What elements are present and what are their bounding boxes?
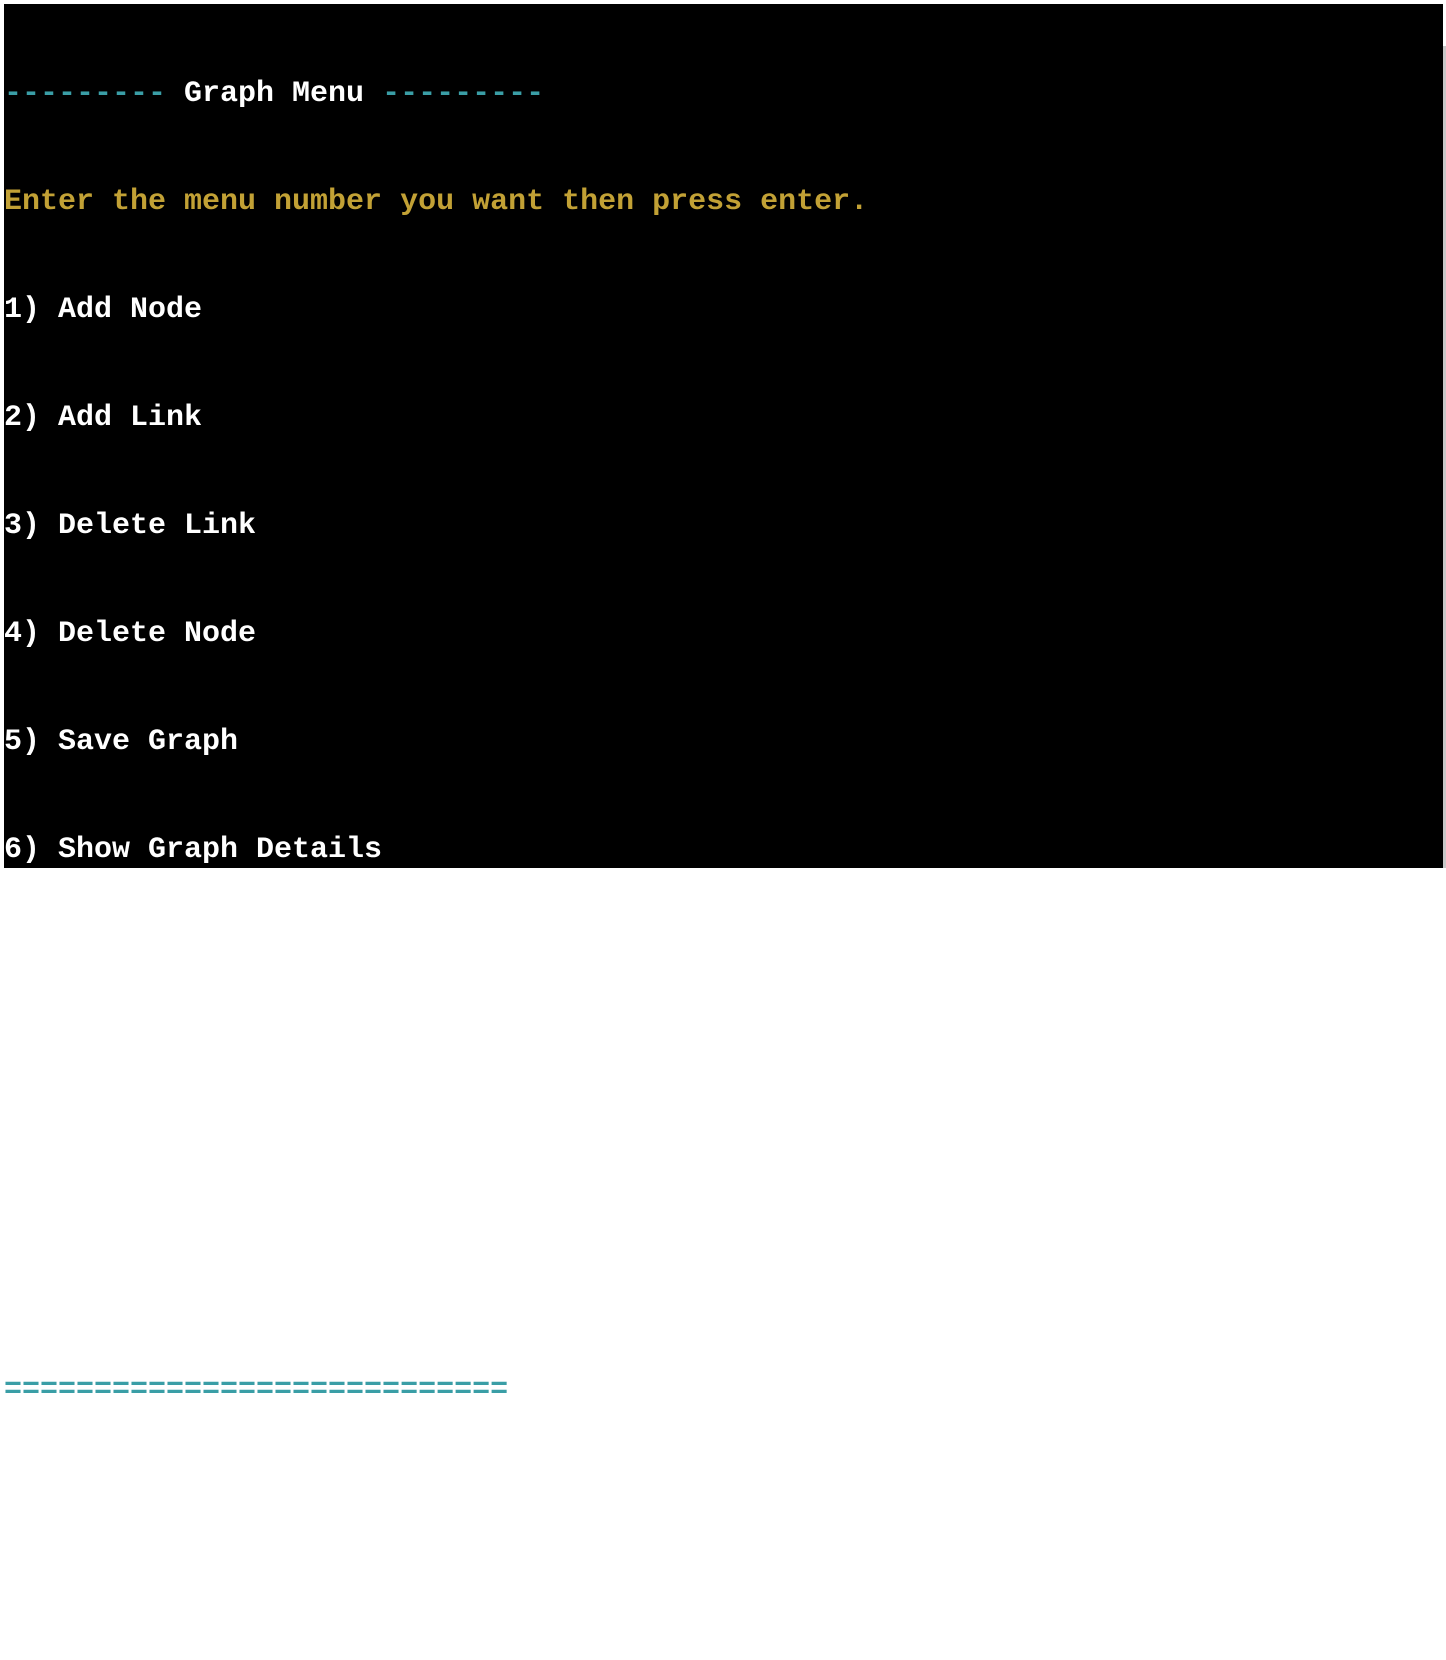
header-dashes-left: --------- <box>4 77 167 111</box>
menu-header: --------- Graph Menu --------- <box>4 76 1443 112</box>
menu-item-show-connections: 8) Show Connections for Node <box>4 1049 509 1083</box>
menu-item-shortest-route: 9) Find Shortest Route <box>4 1157 401 1191</box>
menu-item-fill-sample-data: 7) Fill With Sample Data <box>4 941 437 975</box>
menu-item-delete-link: 3) Delete Link <box>4 509 257 543</box>
menu-item-delete-node: 4) Delete Node <box>4 617 257 651</box>
menu-item-add-link: 2) Add Link <box>4 401 203 435</box>
menu-item-back-main: 0) Back to Main menu <box>4 1265 365 1299</box>
header-dashes-right: --------- <box>382 77 545 111</box>
separator: ============================ <box>4 1373 509 1407</box>
menu-item-save-graph: 5) Save Graph <box>4 725 239 759</box>
menu-title: Graph Menu <box>166 77 383 111</box>
text-cursor <box>4 1588 22 1624</box>
menu-item-show-graph-details: 6) Show Graph Details <box>4 833 383 867</box>
choice-prompt: Please enter your graph menu choice (0 -… <box>4 1481 797 1515</box>
input-line[interactable] <box>4 1588 1443 1624</box>
instruction-text: Enter the menu number you want then pres… <box>4 185 869 219</box>
menu-item-add-node: 1) Add Node <box>4 293 203 327</box>
terminal[interactable]: --------- Graph Menu --------- Enter the… <box>4 4 1443 1624</box>
